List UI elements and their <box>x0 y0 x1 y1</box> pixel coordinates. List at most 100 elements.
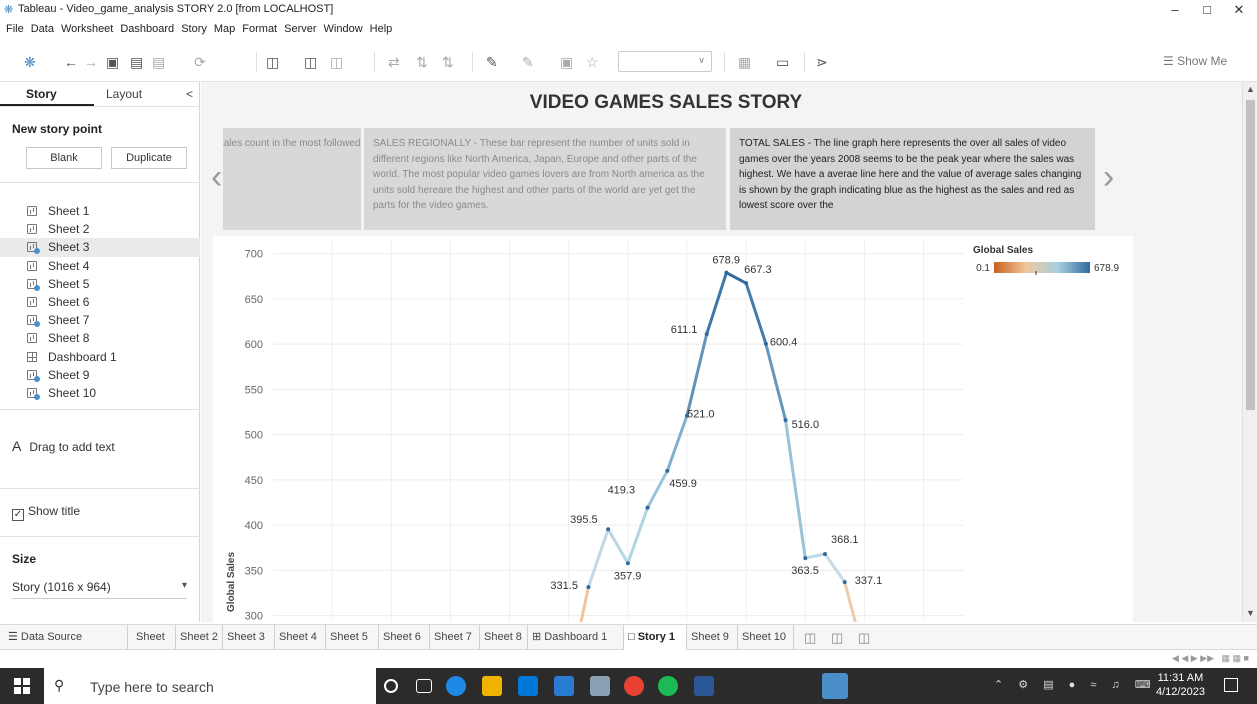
swap-icon[interactable]: ⇄ <box>388 54 400 70</box>
menu-server[interactable]: Server <box>284 20 316 38</box>
new-story-tab-icon[interactable]: ◫ <box>854 625 874 651</box>
sheet-list-item[interactable]: Sheet 3 <box>0 238 200 257</box>
sales-line-segment[interactable] <box>803 552 827 560</box>
next-story-point-button[interactable]: › <box>1103 158 1114 197</box>
notification-center-icon[interactable] <box>1224 678 1238 692</box>
menu-help[interactable]: Help <box>370 20 393 38</box>
sheet-tab[interactable]: Sheet 8 <box>480 625 528 651</box>
data-point[interactable] <box>803 556 808 561</box>
menu-dashboard[interactable]: Dashboard <box>120 20 174 38</box>
tableau-taskbar-icon[interactable] <box>822 673 848 699</box>
sales-line-segment[interactable] <box>606 527 630 565</box>
presentation-mode-icon[interactable]: ▭ <box>776 54 789 70</box>
tab-layout[interactable]: Layout <box>106 87 142 101</box>
sheet-list-item[interactable]: Sheet 7 <box>27 311 197 329</box>
sheet-list-item[interactable]: Dashboard 1 <box>27 348 197 366</box>
data-point[interactable] <box>665 468 670 473</box>
collapse-panel-button[interactable]: < <box>186 87 193 101</box>
data-point[interactable] <box>842 580 847 585</box>
menu-format[interactable]: Format <box>242 20 277 38</box>
vertical-scrollbar[interactable]: ▲ ▼ <box>1242 82 1257 622</box>
sheet-tab[interactable]: Sheet 1 <box>132 625 176 668</box>
show-me-button[interactable]: ☰ Show Me <box>1163 54 1227 68</box>
story-point-caption-3-active[interactable]: TOTAL SALES - The line graph here repres… <box>730 128 1095 230</box>
story-size-dropdown[interactable]: Story (1016 x 964) <box>12 580 187 599</box>
sheet-list-item[interactable]: Sheet 1 <box>27 202 197 220</box>
sales-line-segment[interactable] <box>626 506 650 565</box>
tab-story[interactable]: Story <box>26 87 57 101</box>
show-cards-icon[interactable]: ▦ <box>738 54 751 70</box>
duplicate-story-point-button[interactable]: Duplicate <box>111 147 187 169</box>
menu-data[interactable]: Data <box>31 20 54 38</box>
cortana-icon[interactable] <box>384 679 398 693</box>
pin-icon[interactable]: ☆ <box>586 54 599 70</box>
duplicate-sheet-icon[interactable]: ◫ <box>304 54 317 70</box>
save-icon[interactable]: ▣ <box>106 54 119 70</box>
chrome-browser-icon[interactable] <box>624 676 644 696</box>
data-point[interactable] <box>783 418 788 423</box>
word-icon[interactable] <box>694 676 714 696</box>
new-dashboard-tab-icon[interactable]: ◫ <box>827 625 847 651</box>
menu-file[interactable]: File <box>6 20 24 38</box>
windows-start-icon[interactable] <box>14 678 30 694</box>
group-icon[interactable]: ✎ <box>522 54 534 70</box>
sales-line-segment[interactable] <box>586 527 610 589</box>
sales-line-segment[interactable] <box>569 585 590 622</box>
data-point[interactable] <box>704 332 709 337</box>
taskbar-clock[interactable]: 11:31 AM 4/12/2023 <box>1156 671 1205 699</box>
data-point[interactable] <box>606 527 611 532</box>
file-explorer-icon[interactable] <box>482 676 502 696</box>
share-icon[interactable]: ⋗ <box>816 54 828 70</box>
sheet-list-item[interactable]: Sheet 10 <box>27 384 197 402</box>
tableau-home-icon[interactable]: ❋ <box>24 54 36 70</box>
menu-map[interactable]: Map <box>214 20 235 38</box>
sheet-list-item[interactable]: Sheet 8 <box>27 329 197 347</box>
sheet-tab[interactable]: Sheet 10 <box>738 625 794 651</box>
sheet-list-item[interactable]: Sheet 9 <box>27 366 197 384</box>
system-tray-icons[interactable]: ⌃ ⚙ ▤ ● ≈ ♫ ⌨ <box>994 678 1157 691</box>
scroll-down-icon[interactable]: ▼ <box>1246 608 1255 618</box>
sheet-list-item[interactable]: Sheet 6 <box>27 293 197 311</box>
photos-icon[interactable] <box>590 676 610 696</box>
taskbar-search-box[interactable]: ⚲ Type here to search <box>44 668 376 704</box>
sales-line-segment[interactable] <box>685 332 709 418</box>
global-sales-line-chart[interactable]: 300 350 400 450 500 550 600 650 700 Global Sales 3… <box>213 236 1133 622</box>
sheet-tab[interactable]: Sheet 2 <box>176 625 223 651</box>
new-worksheet-icon[interactable]: ◫ <box>266 54 279 70</box>
blank-story-point-button[interactable]: Blank <box>26 147 102 169</box>
data-point[interactable] <box>645 505 650 510</box>
data-point[interactable] <box>823 552 827 557</box>
sheet-tab[interactable]: Sheet 3 <box>223 625 275 651</box>
tab-data-source[interactable]: ☰ Data Source <box>0 625 128 651</box>
undo-icon[interactable]: ← <box>64 54 78 70</box>
legend-color-ramp[interactable] <box>994 262 1090 273</box>
sheet-tab[interactable]: Sheet 5 <box>326 625 379 651</box>
refresh-icon[interactable]: ⟳ <box>194 54 206 70</box>
story-point-caption-1[interactable]: The bar graph shows us the sales count i… <box>223 128 361 230</box>
sales-line-segment[interactable] <box>764 342 788 422</box>
close-button[interactable]: ✕ <box>1224 2 1254 18</box>
sales-line-segment[interactable] <box>665 414 689 473</box>
sheet-list-item[interactable]: Sheet 4 <box>27 257 197 275</box>
sort-ascending-icon[interactable]: ⇅ <box>416 54 428 70</box>
sheet-tab[interactable]: Sheet 4 <box>275 625 326 651</box>
sheet-tab[interactable]: ⊞ Dashboard 1 <box>528 625 624 651</box>
highlight-icon[interactable]: ✎ <box>486 54 498 70</box>
data-point[interactable] <box>763 341 768 346</box>
drag-text-object[interactable]: A Drag to add text <box>12 438 115 454</box>
menu-window[interactable]: Window <box>324 20 363 38</box>
data-point[interactable] <box>625 561 630 566</box>
sheet-tab[interactable]: Sheet 9 <box>687 625 738 651</box>
sales-line-segment[interactable] <box>784 418 807 560</box>
data-point[interactable] <box>724 270 729 275</box>
navigation-and-view-icons[interactable]: ◀ ◀ ▶ ▶▶ ▦ ▦ ■ <box>1172 653 1249 664</box>
fit-dropdown[interactable] <box>618 51 712 72</box>
labels-icon[interactable]: ▣ <box>560 54 573 70</box>
task-view-icon[interactable] <box>416 679 432 693</box>
sheet-tab[interactable]: □ Story 1 <box>624 625 687 651</box>
sheet-list-item[interactable]: Sheet 5 <box>27 275 197 293</box>
pause-updates-icon[interactable]: ▤ <box>152 54 165 70</box>
menu-story[interactable]: Story <box>181 20 207 38</box>
show-title-checkbox[interactable]: ✓ Show title <box>12 504 80 521</box>
story-point-caption-2[interactable]: SALES REGIONALLY - These bar represent t… <box>364 128 726 230</box>
